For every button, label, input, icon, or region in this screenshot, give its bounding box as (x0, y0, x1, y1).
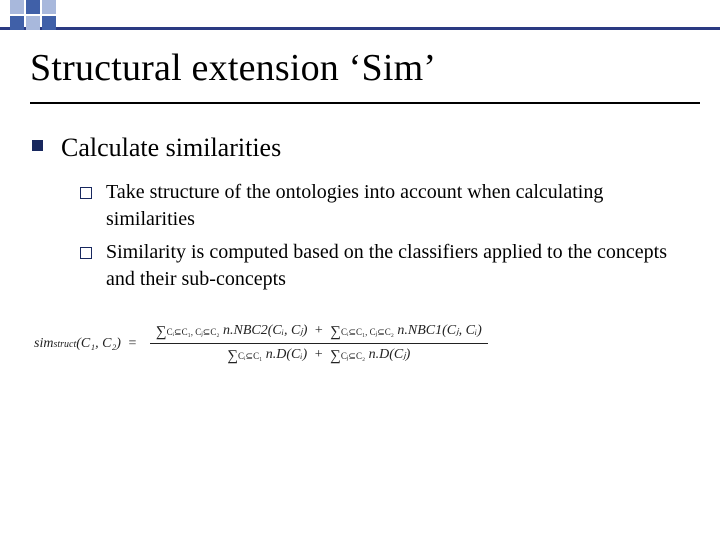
bullet-level1: Calculate similarities (32, 130, 690, 165)
bullet-square-icon (32, 140, 43, 151)
formula-fraction: ∑Cᵢ⊆C₁, Cⱼ⊆C₂ n.NBC2(Cᵢ, Cⱼ) + ∑Cᵢ⊆C₁, C… (150, 320, 488, 367)
slide-body: Calculate similarities Take structure of… (32, 130, 690, 299)
bullet-level2: Similarity is computed based on the clas… (80, 239, 690, 293)
formula-lhs: simstruct(C₁, C₂) = (34, 336, 140, 352)
bullet-text: Take structure of the ontologies into ac… (106, 179, 690, 233)
bullet-text: Similarity is computed based on the clas… (106, 239, 690, 293)
slide-title: Structural extension ‘Sim’ (30, 46, 700, 104)
bullet-open-square-icon (80, 247, 92, 259)
bullet-level2: Take structure of the ontologies into ac… (80, 179, 690, 233)
formula-numerator: ∑Cᵢ⊆C₁, Cⱼ⊆C₂ n.NBC2(Cᵢ, Cⱼ) + ∑Cᵢ⊆C₁, C… (150, 320, 488, 344)
formula-denominator: ∑Cᵢ⊆C₁ n.D(Cᵢ) + ∑Cⱼ⊆C₂ n.D(Cⱼ) (150, 344, 488, 367)
similarity-formula: simstruct(C₁, C₂) = ∑Cᵢ⊆C₁, Cⱼ⊆C₂ n.NBC2… (34, 320, 686, 367)
slide-decor (0, 0, 720, 36)
bullet-open-square-icon (80, 187, 92, 199)
bullet-text: Calculate similarities (61, 130, 281, 165)
